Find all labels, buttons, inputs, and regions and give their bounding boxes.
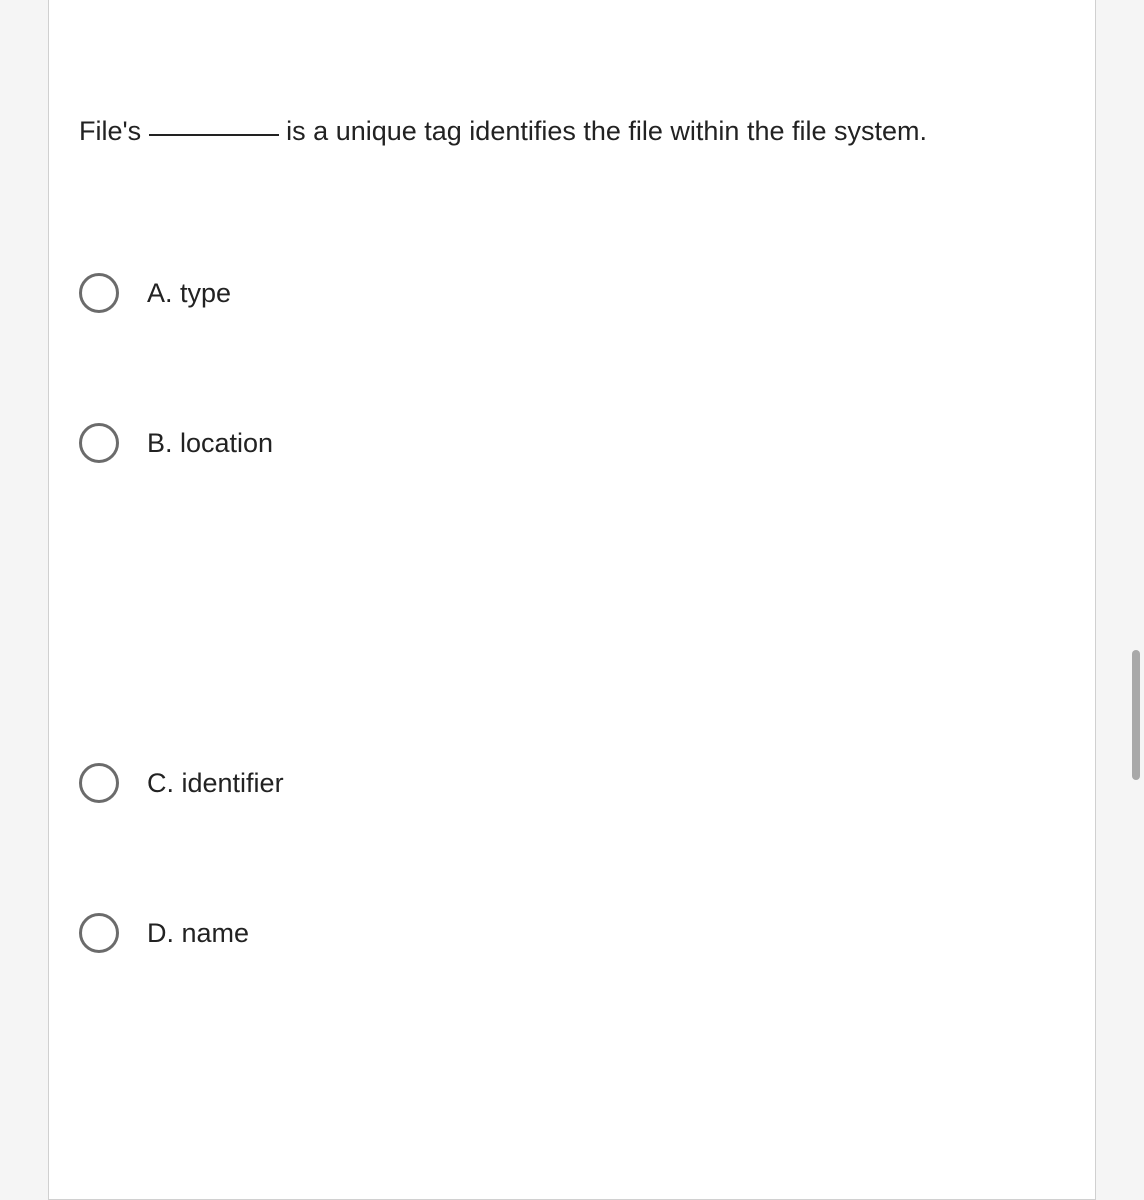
- option-c[interactable]: C. identifier: [79, 763, 1065, 803]
- option-a[interactable]: A. type: [79, 273, 1065, 313]
- radio-icon[interactable]: [79, 273, 119, 313]
- option-b-label: B. location: [147, 428, 273, 459]
- blank-line: [149, 134, 279, 136]
- question-suffix: is a unique tag identifies the file with…: [279, 116, 927, 146]
- option-c-label: C. identifier: [147, 768, 284, 799]
- question-card: File's is a unique tag identifies the fi…: [48, 0, 1096, 1200]
- radio-icon[interactable]: [79, 763, 119, 803]
- radio-icon[interactable]: [79, 423, 119, 463]
- scrollbar-track[interactable]: [1132, 0, 1142, 1200]
- radio-icon[interactable]: [79, 913, 119, 953]
- question-text: File's is a unique tag identifies the fi…: [79, 110, 1065, 153]
- option-a-label: A. type: [147, 278, 231, 309]
- options-list: A. type B. location C. identifier D. nam…: [79, 273, 1065, 953]
- question-prefix: File's: [79, 116, 149, 146]
- scrollbar-thumb[interactable]: [1132, 650, 1140, 780]
- option-d-label: D. name: [147, 918, 249, 949]
- option-b[interactable]: B. location: [79, 423, 1065, 463]
- option-d[interactable]: D. name: [79, 913, 1065, 953]
